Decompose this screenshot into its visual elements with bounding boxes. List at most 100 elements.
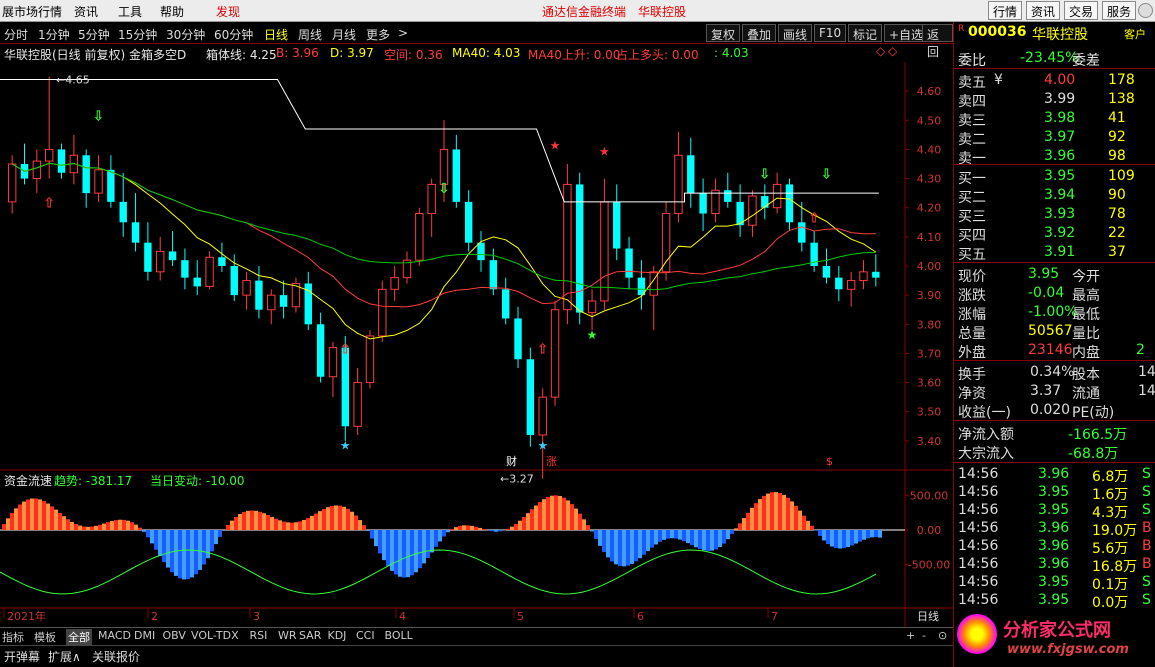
status-bar: 开弹幕 扩展∧ 关联报价 [0,645,953,667]
candle-body [427,183,436,215]
indicator-tab-10[interactable]: KDJ [328,629,347,642]
service-button[interactable]: 服务 [1102,1,1137,20]
tab-5min[interactable]: 5分钟 [78,26,110,43]
ask-row: 卖三 3.98 41 [958,110,1154,129]
trade-row: 14:56 3.95 4.3万 S [958,502,1154,521]
trade-row: 14:56 3.95 0.1万 S [958,574,1154,593]
price-tick-label: 4.00 [917,260,942,273]
menu-item-discover[interactable]: 发现 [216,3,240,20]
candle-body [32,160,42,180]
reset-icon[interactable]: ⊙ [938,629,947,642]
stat-value: 50567 [1028,323,1073,339]
stat-value: 0.34% [1030,364,1075,380]
overlay-button[interactable]: 叠加 [742,24,777,42]
candle-body [255,280,263,310]
indicator-tab-3[interactable]: MACD [98,629,131,642]
candle-body [489,260,498,290]
danmaku-button[interactable]: 开弹幕 [4,648,40,665]
trade-price: 3.96 [1038,520,1070,536]
indicator-tab-12[interactable]: BOLL [385,629,413,642]
trade-volume: 5.6万 [1092,541,1129,557]
ask-label: 卖一 [958,151,986,167]
stat-label: 涨幅 [958,307,986,323]
expand-button[interactable]: 扩展∧ [48,648,81,665]
diamond-icon[interactable]: ◇ [876,44,885,58]
candle-body [316,324,325,377]
news-button[interactable]: 资讯 [1026,1,1061,20]
client-tag[interactable]: 客户 [1124,26,1146,42]
candle-body [859,271,868,282]
trade-volume: 19.0万 [1092,523,1138,539]
tab-more[interactable]: 更多 [366,26,390,43]
indicator-tab-6[interactable]: VOL-TDX [191,629,239,642]
tab-monthly[interactable]: 月线 [332,26,356,43]
tab-daily[interactable]: 日线 [264,26,288,43]
trade-side: B [1142,520,1152,536]
fund-flow-panel: 500.00 0.00 -500.00 2021年 2 3 4 5 6 7 日线 [0,490,950,623]
indicator-tab-0[interactable]: 指标 [2,629,24,645]
close-icon[interactable] [1138,3,1153,18]
indicator-tab-11[interactable]: CCI [356,629,375,642]
candle-body [661,213,671,273]
tab-30min[interactable]: 30分钟 [166,26,205,43]
menu-item-help[interactable]: 帮助 [160,3,184,20]
diamond-icon-2[interactable]: ◇ [888,44,897,58]
back-button[interactable]: 返回 [922,24,953,59]
quote-button[interactable]: 行情 [988,1,1023,20]
indicator-tab-4[interactable]: DMI [134,629,155,642]
zoom-in-icon[interactable]: + [906,629,915,642]
trade-time: 14:56 [958,574,999,590]
trade-price: 3.95 [1038,592,1070,608]
ask-price: 3.96 [1044,148,1076,164]
subpanel-title: 资金流速 [4,474,53,488]
chevron-right-icon[interactable]: > [398,26,408,40]
trade-button[interactable]: 交易 [1064,1,1099,20]
candle-body [464,201,473,243]
candle-body [761,196,769,208]
menu-item-tools[interactable]: 工具 [118,3,142,20]
candle-body [526,359,535,436]
price-tick-label: 3.90 [917,289,942,302]
tab-60min[interactable]: 60分钟 [214,26,253,43]
menu-item-market[interactable]: 展市场行情 [2,3,62,20]
bid-volume: 22 [1108,225,1126,241]
indicator-tab-8[interactable]: WR [278,629,297,642]
tab-15min[interactable]: 15分钟 [118,26,157,43]
tab-1min[interactable]: 1分钟 [38,26,70,43]
stat-label: 现价 [958,269,986,285]
f10-button[interactable]: F10 [814,24,847,42]
kline-chart[interactable]: 500.00 0.00 -500.00 2021年 2 3 4 5 6 7 日线 ⇧ ⇩ ⇧ ⇩ ⇧ ⇩ ⇧ ⇩ ★… [0,62,953,627]
tab-weekly[interactable]: 周线 [298,26,322,43]
bid-price: 3.95 [1044,168,1076,184]
fuquan-button[interactable]: 复权 [706,24,741,42]
candle-body [378,288,387,337]
price-tick-label: 4.30 [917,173,942,186]
tab-fenshi[interactable]: 分时 [4,26,28,43]
candle-body [44,148,54,162]
candle-body [341,347,349,427]
candle-body [724,190,732,202]
candle-body [798,222,806,243]
zoom-out-icon[interactable]: - [922,629,926,642]
bid-volume: 90 [1108,187,1126,203]
stat-row: 涨幅 -1.00% 最低 [958,304,1154,323]
bid-row: 买五 3.91 37 [958,244,1154,263]
weibi-row: 委比 -23.45% 委差 [958,50,1100,69]
indicator-tab-7[interactable]: RSI [250,629,268,642]
mark-button[interactable]: 标记 [848,24,883,42]
indicator-tab-2[interactable]: 全部 [66,629,92,645]
period-toolbar: 分时 1分钟 5分钟 15分钟 30分钟 60分钟 日线 周线 月线 更多 > … [0,22,953,59]
stat-row: 总量 50567 量比 [958,323,1154,342]
ma-lines [0,79,879,340]
indicator-tab-9[interactable]: SAR [299,629,321,642]
related-quote-button[interactable]: 关联报价 [92,648,140,665]
draw-line-button[interactable]: 画线 [778,24,813,42]
change-label: 当日变动: -10.00 [150,474,245,488]
trade-time: 14:56 [958,592,999,608]
signal-marks: ⇧⇩⇧⇩⇧⇩⇧⇩★ ★★★★←4.65←3.27财涨 $ [43,73,833,485]
indicator-tab-5[interactable]: OBV [163,629,186,642]
menu-item-news[interactable]: 资讯 [74,3,98,20]
candle-body [613,201,621,249]
bid-label: 买五 [958,247,986,263]
indicator-tab-1[interactable]: 模板 [34,629,56,645]
